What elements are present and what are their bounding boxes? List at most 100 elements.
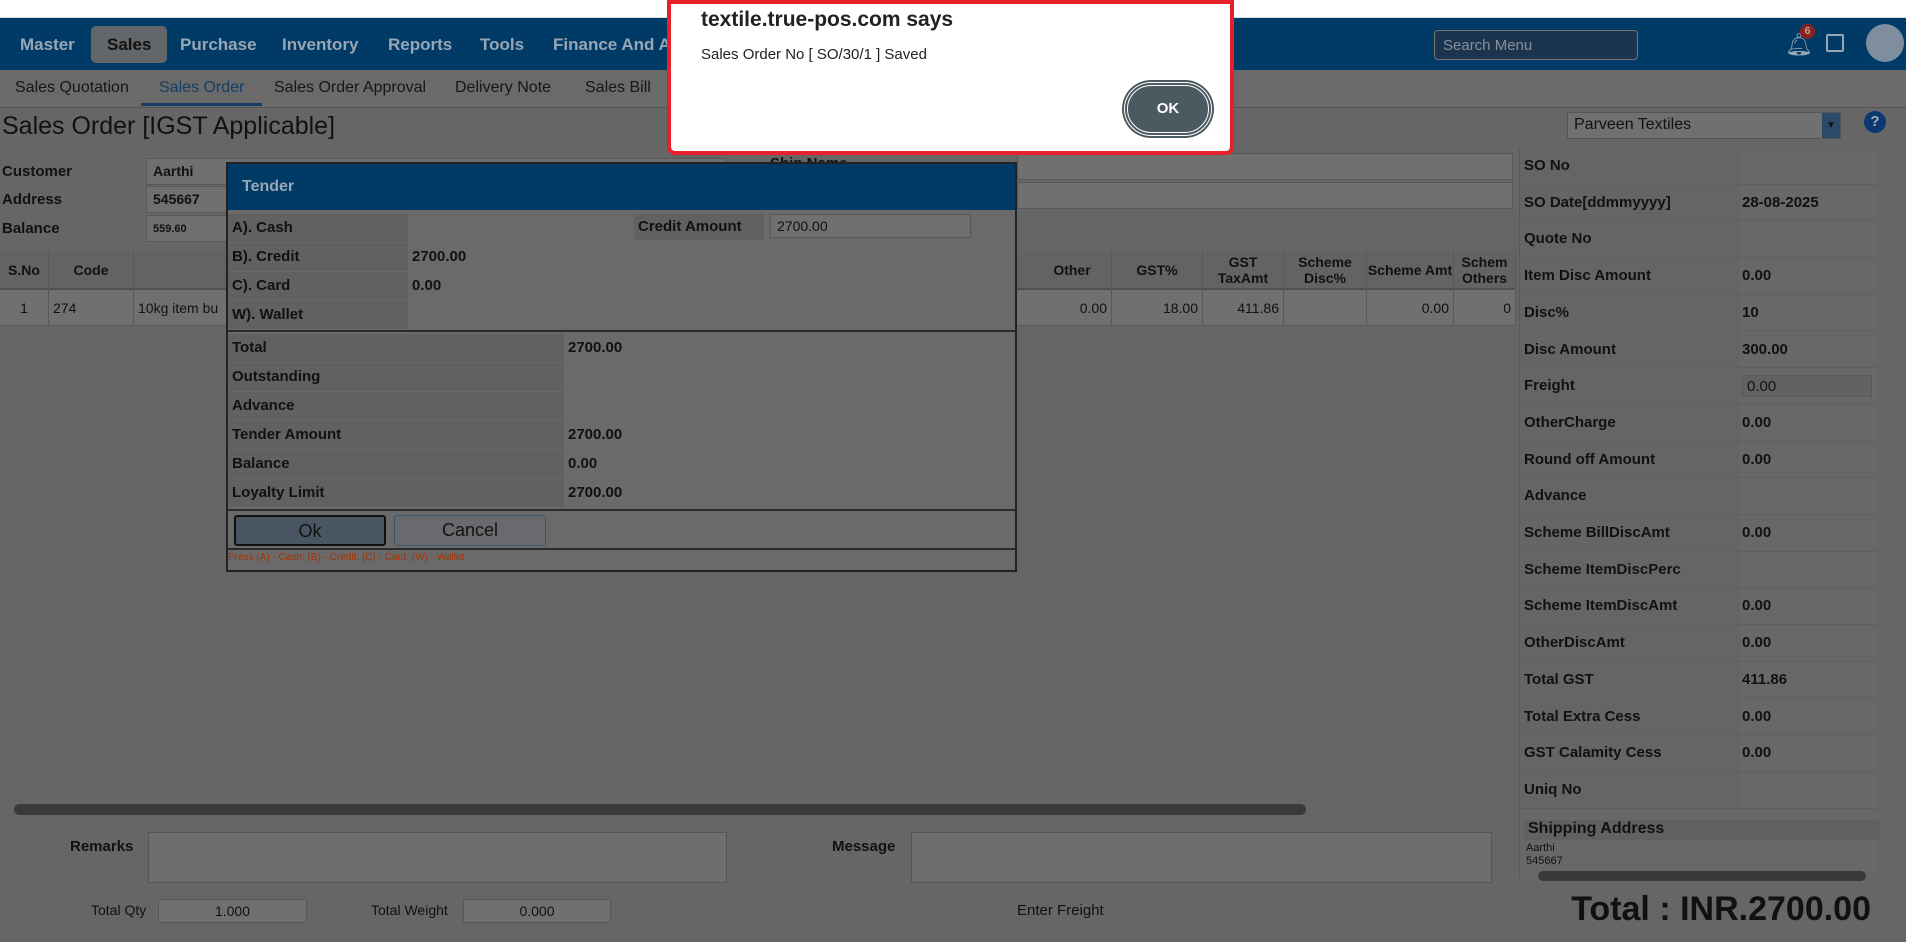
summary-value: 28-08-2025 bbox=[1742, 193, 1819, 211]
summary-row: Scheme BillDiscAmt 0.00 bbox=[1520, 515, 1878, 552]
tender-total-label: Outstanding bbox=[228, 363, 564, 391]
col-scheme-disc: Scheme Disc% bbox=[1284, 250, 1367, 290]
col-sno: S.No bbox=[0, 250, 49, 290]
payment-mode-value[interactable]: 0.00 bbox=[412, 272, 441, 300]
tender-ok-button[interactable]: Ok bbox=[234, 515, 386, 546]
tender-total-value: 0.00 bbox=[568, 455, 598, 472]
summary-label: Freight bbox=[1524, 377, 1575, 395]
summary-row: Uniq No bbox=[1520, 771, 1878, 809]
tender-total-value: 2700.00 bbox=[568, 426, 623, 443]
notification-badge: 6 bbox=[1800, 24, 1815, 39]
col-other: Other bbox=[1033, 250, 1112, 290]
nav-purchase[interactable]: Purchase bbox=[164, 26, 273, 63]
summary-value: 411.86 bbox=[1742, 670, 1788, 688]
nav-sales[interactable]: Sales bbox=[91, 26, 168, 63]
summary-row: Scheme ItemDiscPerc bbox=[1520, 551, 1878, 589]
shipping-scrollbar[interactable] bbox=[1538, 871, 1866, 881]
printer-icon[interactable] bbox=[1826, 34, 1844, 52]
search-menu-input[interactable] bbox=[1434, 30, 1638, 60]
remarks-input[interactable] bbox=[148, 832, 727, 883]
message-label: Message bbox=[832, 838, 896, 855]
tender-cancel-button[interactable]: Cancel bbox=[394, 515, 546, 546]
summary-row: Advance bbox=[1520, 478, 1878, 515]
summary-row: Quote No bbox=[1520, 221, 1878, 259]
summary-label: Uniq No bbox=[1524, 780, 1582, 798]
tab-sales-bill[interactable]: Sales Bill bbox=[585, 79, 651, 97]
summary-label: Total GST bbox=[1524, 670, 1594, 688]
summary-value: 0.00 bbox=[1742, 634, 1772, 652]
ship-name-field[interactable] bbox=[1017, 153, 1513, 180]
cell-gst: 18.00 bbox=[1112, 290, 1203, 326]
payment-mode-label: W). Wallet bbox=[228, 301, 408, 329]
summary-value: 0.00 bbox=[1742, 707, 1772, 725]
summary-value: 0.00 bbox=[1742, 524, 1772, 541]
summary-value: 0.00 bbox=[1742, 597, 1772, 615]
tender-dialog: Tender Credit Amount 2700.00 Ok Cancel P… bbox=[226, 162, 1017, 572]
address-label: Address bbox=[2, 191, 63, 208]
total-weight-value: 0.000 bbox=[463, 899, 611, 923]
summary-value: 0.00 bbox=[1742, 450, 1772, 468]
credit-amount-input[interactable]: 2700.00 bbox=[770, 214, 971, 238]
summary-value: 10 bbox=[1742, 303, 1759, 321]
col-gst: GST% bbox=[1112, 250, 1203, 290]
balance-label: Balance bbox=[2, 220, 60, 237]
summary-panel: SO No SO Date[ddmmyyyy] 28-08-2025 Quote No… bbox=[1519, 148, 1878, 878]
summary-label: SO Date[ddmmyyyy] bbox=[1524, 193, 1671, 211]
summary-row: Item Disc Amount 0.00 bbox=[1520, 258, 1878, 295]
summary-value: 300.00 bbox=[1742, 340, 1788, 358]
tender-total-value: 2700.00 bbox=[568, 484, 623, 501]
company-select[interactable]: Parveen Textiles ▼ bbox=[1567, 112, 1841, 139]
summary-label: OtherDiscAmt bbox=[1524, 634, 1625, 652]
nav-inventory[interactable]: Inventory bbox=[266, 26, 375, 63]
shipping-line: 545667 bbox=[1526, 855, 1563, 867]
summary-row: Disc% 10 bbox=[1520, 294, 1878, 332]
cell-scheme-disc bbox=[1284, 290, 1367, 326]
summary-label: Quote No bbox=[1524, 230, 1592, 248]
tab-sales-order-approval[interactable]: Sales Order Approval bbox=[274, 79, 426, 97]
summary-label: GST Calamity Cess bbox=[1524, 744, 1662, 762]
cell-code: 274 bbox=[49, 290, 134, 326]
tab-sales-quotation[interactable]: Sales Quotation bbox=[15, 79, 129, 97]
tender-total-label: Advance bbox=[228, 392, 564, 420]
tender-total-label: Balance bbox=[228, 450, 564, 478]
avatar[interactable] bbox=[1866, 24, 1904, 62]
cell-scheme-amt: 0.00 bbox=[1367, 290, 1454, 326]
summary-value: 0.00 bbox=[1742, 413, 1772, 431]
payment-mode-label: C). Card bbox=[228, 272, 408, 300]
summary-label: Total Extra Cess bbox=[1524, 707, 1641, 725]
nav-master[interactable]: Master bbox=[4, 26, 91, 63]
summary-label: Round off Amount bbox=[1524, 450, 1656, 468]
nav-reports[interactable]: Reports bbox=[372, 26, 468, 63]
freight-input[interactable]: 0.00 bbox=[1742, 375, 1872, 398]
payment-mode-label: A). Cash bbox=[228, 214, 408, 242]
tab-delivery-note[interactable]: Delivery Note bbox=[455, 79, 551, 97]
summary-value: 0.00 bbox=[1742, 267, 1772, 285]
col-scheme-amt: Scheme Amt bbox=[1367, 250, 1454, 290]
cell-gst-tax: 411.86 bbox=[1203, 290, 1284, 326]
shipping-line: Aarthi bbox=[1526, 842, 1555, 854]
message-input[interactable] bbox=[911, 832, 1492, 883]
cell-sno: 1 bbox=[0, 290, 49, 326]
summary-label: Scheme BillDiscAmt bbox=[1524, 524, 1670, 541]
divider bbox=[228, 548, 1015, 550]
alert-ok-button[interactable]: OK bbox=[1124, 82, 1212, 136]
company-value: Parveen Textiles bbox=[1574, 116, 1692, 133]
horizontal-scrollbar[interactable] bbox=[14, 804, 1306, 815]
nav-tools[interactable]: Tools bbox=[464, 26, 540, 63]
summary-label: Scheme ItemDiscPerc bbox=[1524, 560, 1681, 578]
col-code: Code bbox=[49, 250, 134, 290]
cell-scheme-others: 0 bbox=[1454, 290, 1516, 326]
summary-label: Scheme ItemDiscAmt bbox=[1524, 597, 1678, 615]
tender-hint: Press (A) - Cash; (B) - Credit; (C) - Ca… bbox=[228, 552, 465, 563]
tab-sales-order[interactable]: Sales Order bbox=[141, 79, 263, 106]
summary-row: Total Extra Cess 0.00 bbox=[1520, 698, 1878, 736]
ship-address-field[interactable] bbox=[1017, 182, 1513, 209]
shipping-address-text: Aarthi 545667 bbox=[1526, 842, 1563, 869]
tender-title: Tender bbox=[228, 164, 1015, 210]
grand-total: Total : INR.2700.00 bbox=[1571, 890, 1871, 928]
summary-row: OtherCharge 0.00 bbox=[1520, 404, 1878, 442]
summary-row: OtherDiscAmt 0.00 bbox=[1520, 625, 1878, 662]
col-gst-tax: GST TaxAmt bbox=[1203, 250, 1284, 290]
payment-mode-value[interactable]: 2700.00 bbox=[412, 243, 466, 271]
help-icon[interactable]: ? bbox=[1864, 111, 1886, 133]
